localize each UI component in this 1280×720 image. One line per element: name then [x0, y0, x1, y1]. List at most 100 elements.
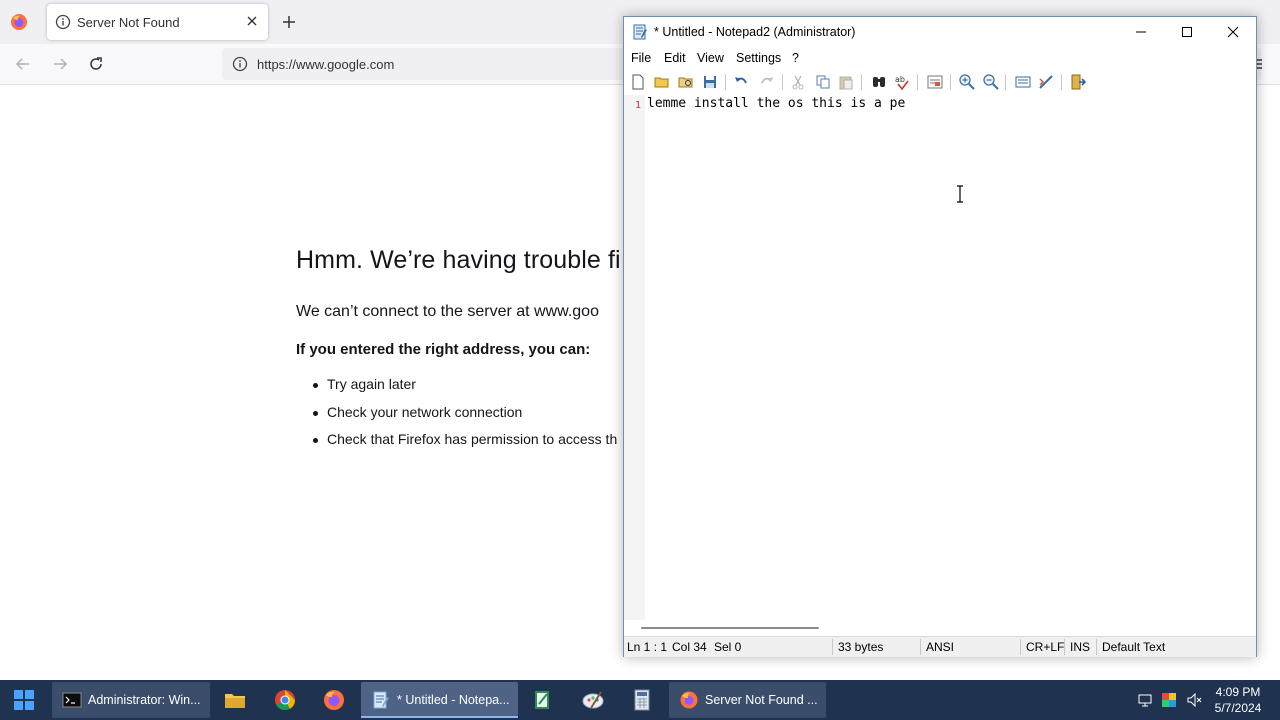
save-icon[interactable] [701, 73, 719, 91]
suggestion-item: Check that Firefox has permission to acc… [296, 431, 617, 459]
reload-icon[interactable] [87, 55, 105, 73]
find-icon[interactable] [870, 73, 888, 91]
status-line: Ln 1 : 1 [627, 640, 668, 654]
firefox-logo-icon[interactable] [10, 13, 28, 31]
svg-text:ab: ab [895, 75, 905, 84]
toolbar-separator [950, 74, 951, 90]
customize-scheme-icon[interactable] [1037, 73, 1055, 91]
status-column: Col 34 [672, 640, 707, 654]
file-explorer-icon[interactable] [223, 688, 247, 712]
close-icon [1227, 26, 1239, 38]
new-file-icon[interactable] [629, 73, 647, 91]
firefox-icon[interactable] [322, 688, 346, 712]
info-icon [55, 14, 71, 30]
toolbar-separator [725, 74, 726, 90]
status-size: 33 bytes [838, 640, 884, 654]
maximize-button[interactable] [1164, 17, 1210, 47]
notepad2-icon[interactable] [531, 688, 555, 712]
site-info-icon[interactable] [232, 56, 248, 72]
word-wrap-icon[interactable] [926, 73, 944, 91]
volume-muted-icon[interactable] [1186, 692, 1202, 708]
suggestion-item: Check your network connection [296, 404, 617, 432]
horizontal-scrollbar[interactable] [624, 620, 1256, 636]
firefox-icon [680, 691, 698, 709]
browse-icon[interactable] [677, 73, 695, 91]
close-button[interactable] [1210, 17, 1256, 47]
toolbar-separator [917, 74, 918, 90]
scheme-icon[interactable] [1014, 73, 1032, 91]
taskbar-item-label: * Untitled - Notepa... [397, 693, 510, 707]
status-bar: Ln 1 : 1 Col 34 Sel 0 33 bytes ANSI CR+L… [624, 636, 1256, 657]
suggestion-list: Try again later Check your network conne… [296, 376, 617, 459]
exit-icon[interactable] [1069, 73, 1087, 91]
status-line-endings[interactable]: CR+LF [1026, 640, 1064, 654]
replace-icon[interactable]: ab [893, 73, 911, 91]
forward-icon[interactable] [51, 55, 69, 73]
clock-date: 5/7/2024 [1214, 701, 1262, 715]
taskbar-item-label: Server Not Found ... [705, 693, 818, 707]
status-separator [1020, 639, 1021, 655]
undo-icon[interactable] [732, 73, 750, 91]
taskbar-item-firefox[interactable]: Server Not Found ... [669, 682, 826, 718]
status-separator [1064, 639, 1065, 655]
toolbar-separator [1005, 74, 1006, 90]
status-encoding[interactable]: ANSI [926, 640, 954, 654]
calculator-icon[interactable] [630, 688, 654, 712]
menu-file[interactable]: File [631, 51, 651, 65]
url-text[interactable]: https://www.google.com [257, 57, 394, 72]
color-app-icon[interactable] [1161, 692, 1177, 708]
open-folder-icon[interactable] [653, 73, 671, 91]
windows-start-icon[interactable] [0, 680, 48, 720]
redo-icon[interactable] [758, 73, 776, 91]
line-number-gutter: 1 [624, 95, 645, 620]
line-number: 1 [635, 100, 642, 111]
menu-help[interactable]: ? [792, 51, 799, 65]
terminal-icon [62, 692, 82, 708]
copy-icon[interactable] [814, 73, 832, 91]
system-clock[interactable]: 4:09 PM 5/7/2024 [1206, 684, 1270, 716]
notepad2-icon [633, 24, 647, 40]
status-separator [920, 639, 921, 655]
tab-title: Server Not Found [77, 15, 180, 30]
status-insert-mode: INS [1070, 640, 1091, 654]
desktop: Server Not Found https://www.google.com … [0, 0, 1280, 720]
editor-text[interactable]: lemme install the os this is a pe [647, 96, 905, 111]
network-icon[interactable] [1137, 692, 1153, 708]
taskbar-item-terminal[interactable]: Administrator: Win... [52, 682, 210, 718]
menu-settings[interactable]: Settings [736, 51, 781, 65]
back-icon[interactable] [14, 55, 32, 73]
cut-icon[interactable] [789, 73, 807, 91]
text-editor[interactable]: 1 lemme install the os this is a pe [624, 95, 1256, 620]
error-message: We can’t connect to the server at www.go… [296, 303, 599, 320]
suggestion-item: Try again later [296, 376, 617, 404]
status-separator [832, 639, 833, 655]
menu-view[interactable]: View [697, 51, 724, 65]
title-bar[interactable]: * Untitled - Notepad2 (Administrator) [624, 17, 1256, 47]
paint-icon[interactable] [581, 688, 605, 712]
status-scheme[interactable]: Default Text [1102, 640, 1165, 654]
menu-edit[interactable]: Edit [664, 51, 686, 65]
close-tab-icon[interactable] [244, 13, 260, 29]
paste-icon[interactable] [837, 73, 855, 91]
chrome-icon[interactable] [273, 688, 297, 712]
taskbar-item-notepad2[interactable]: * Untitled - Notepa... [361, 682, 518, 718]
menu-bar: File Edit View Settings ? [624, 47, 1256, 69]
zoom-in-icon[interactable] [958, 73, 976, 91]
minimize-button[interactable] [1118, 17, 1164, 47]
window-title: * Untitled - Notepad2 (Administrator) [654, 25, 856, 39]
toolbar-separator [861, 74, 862, 90]
minimize-icon [1136, 31, 1146, 33]
notepad2-window: * Untitled - Notepad2 (Administrator) Fi… [623, 16, 1257, 657]
new-tab-icon[interactable] [280, 13, 298, 31]
zoom-out-icon[interactable] [982, 73, 1000, 91]
toolbar-separator [782, 74, 783, 90]
notepad2-icon [373, 691, 389, 709]
active-indicator [361, 716, 518, 718]
status-separator [1096, 639, 1097, 655]
taskbar: Administrator: Win... * Untitled - Notep… [0, 680, 1280, 720]
tab-server-not-found[interactable]: Server Not Found [47, 4, 268, 40]
toolbar: ab [624, 69, 1256, 95]
scrollbar-thumb[interactable] [641, 627, 819, 629]
status-selection: Sel 0 [714, 640, 742, 654]
text-cursor-icon [957, 185, 963, 203]
